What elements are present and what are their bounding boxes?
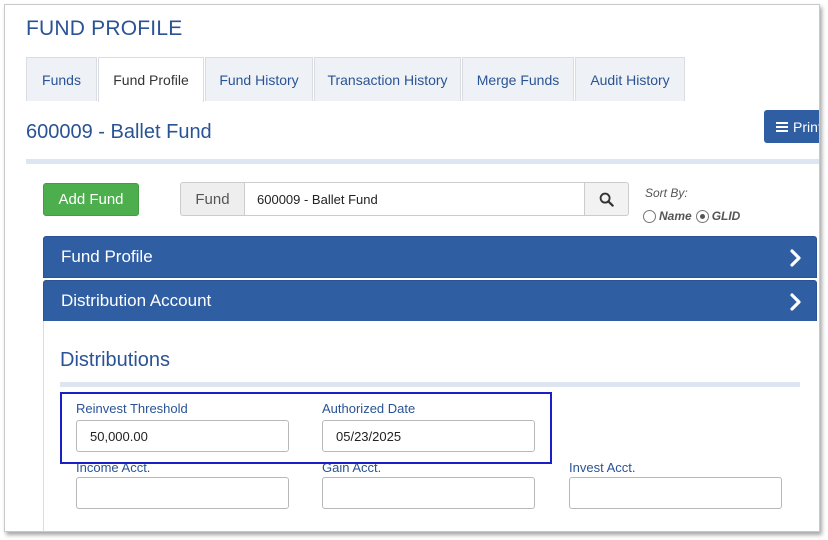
invest-acct-input[interactable]	[569, 477, 782, 509]
panel-distribution-account[interactable]: Distribution Account	[43, 280, 817, 322]
tab-fund-history[interactable]: Fund History	[205, 57, 313, 101]
print-button[interactable]: Print	[764, 110, 820, 143]
chevron-right-icon	[790, 293, 801, 311]
sort-options: Name GLID	[643, 209, 740, 223]
panel-fund-profile[interactable]: Fund Profile	[43, 236, 817, 278]
sort-name-radio[interactable]	[643, 209, 656, 223]
tab-fund-profile[interactable]: Fund Profile	[98, 57, 204, 102]
invest-acct-label: Invest Acct.	[569, 460, 636, 475]
sort-by-label: Sort By:	[645, 186, 688, 200]
fund-heading: 600009 - Ballet Fund	[26, 121, 212, 143]
print-button-label: Print	[793, 118, 820, 135]
header-divider	[26, 159, 819, 164]
fund-addon-label: Fund	[180, 182, 244, 216]
distributions-divider	[60, 382, 800, 387]
gain-acct-input[interactable]	[322, 477, 535, 509]
page-title: FUND PROFILE	[26, 17, 183, 40]
list-icon	[776, 120, 788, 134]
tab-merge-funds[interactable]: Merge Funds	[462, 57, 574, 101]
reinvest-threshold-label: Reinvest Threshold	[76, 401, 188, 416]
tab-funds[interactable]: Funds	[26, 57, 97, 101]
income-acct-input[interactable]	[76, 477, 289, 509]
tab-transaction-history[interactable]: Transaction History	[314, 57, 461, 101]
panel-distribution-account-title: Distribution Account	[61, 291, 212, 310]
fund-search-button[interactable]	[585, 182, 629, 216]
income-acct-label: Income Acct.	[76, 460, 151, 475]
sort-glid-radio[interactable]	[695, 209, 709, 223]
authorized-date-label: Authorized Date	[322, 401, 416, 416]
sort-glid-label: GLID	[711, 209, 741, 223]
fund-search-input[interactable]	[244, 182, 585, 216]
add-fund-button[interactable]: Add Fund	[43, 183, 139, 216]
panel-fund-profile-title: Fund Profile	[61, 247, 153, 266]
app-window: FUND PROFILE Funds Fund Profile Fund His…	[4, 4, 820, 532]
sort-name-label: Name	[659, 209, 692, 223]
authorized-date-input[interactable]	[322, 420, 535, 452]
gain-acct-label: Gain Acct.	[322, 460, 382, 475]
search-icon	[599, 192, 614, 207]
reinvest-threshold-input[interactable]	[76, 420, 289, 452]
distributions-heading: Distributions	[60, 349, 171, 371]
fund-search-group: Fund	[180, 182, 629, 216]
chevron-right-icon	[790, 249, 801, 267]
tab-audit-history[interactable]: Audit History	[575, 57, 685, 101]
